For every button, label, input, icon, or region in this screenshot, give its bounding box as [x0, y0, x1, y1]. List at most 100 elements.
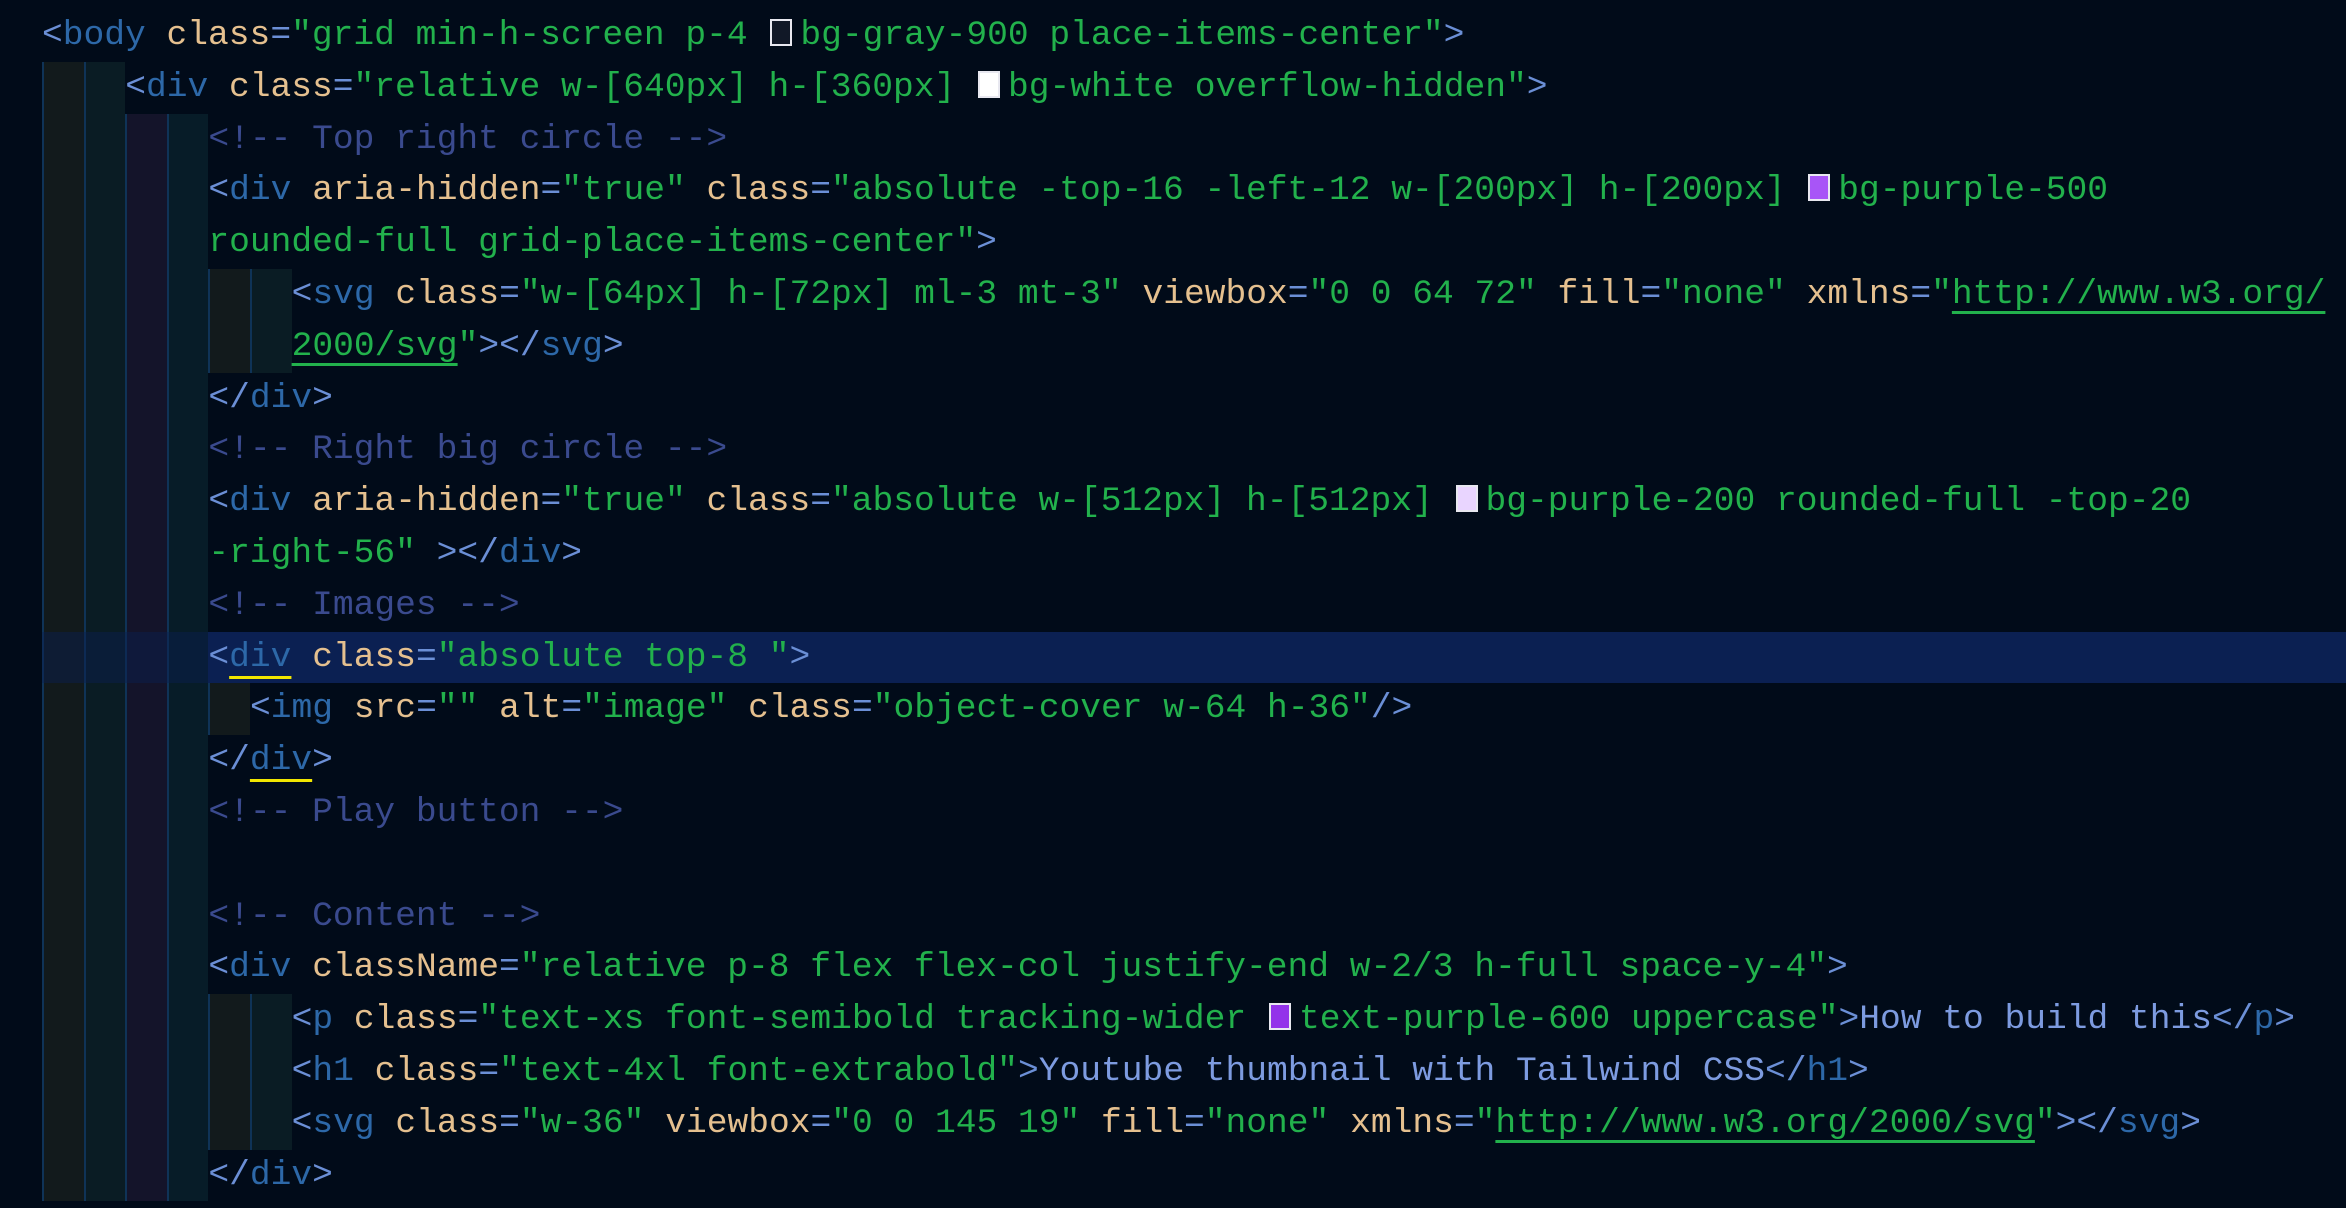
indent-guide	[42, 786, 84, 839]
attribute-name: class	[166, 16, 271, 55]
code-line[interactable]: <div aria-hidden="true" class="absolute …	[0, 476, 2346, 528]
matched-tag-name: div	[249, 741, 313, 781]
code-content: <div class="absolute top-8 ">	[208, 638, 810, 677]
code-line-current[interactable]: <div class="absolute top-8 ">	[0, 631, 2346, 684]
punctuation: =	[810, 482, 832, 522]
string-value: "	[457, 326, 479, 366]
code-line[interactable]: <svg class="w-36" viewbox="0 0 145 19" f…	[0, 1097, 2346, 1150]
indent-guide	[42, 890, 84, 943]
url-link[interactable]: 2000/svg	[292, 327, 458, 366]
code-line[interactable]: <div className="relative p-8 flex flex-c…	[0, 942, 2346, 995]
code-line[interactable]: 2000/svg"></svg>	[0, 320, 2346, 373]
indent-guide	[42, 165, 84, 218]
indent-guide	[83, 1149, 126, 1202]
attribute-name: src	[353, 689, 417, 729]
punctuation: >	[312, 741, 333, 781]
color-swatch-icon	[1268, 1003, 1291, 1031]
code-content: </div>	[208, 379, 333, 418]
indent-guide	[166, 424, 209, 477]
indent-guide	[42, 838, 84, 891]
string-value: "image"	[582, 689, 728, 729]
string-value: "	[1931, 274, 1952, 314]
string-value: rounded-full grid-place-items-center"	[208, 223, 977, 263]
string-value: "none"	[1204, 1103, 1330, 1143]
indent-guide	[42, 1097, 84, 1150]
indent-guide	[125, 527, 167, 580]
punctuation: =	[415, 637, 437, 677]
punctuation: >	[1526, 67, 1548, 107]
code-line[interactable]: -right-56" ></div>	[0, 527, 2346, 580]
code-content: <!-- Content -->	[208, 897, 540, 936]
attribute-name: aria-hidden	[312, 482, 541, 522]
punctuation: <	[208, 637, 230, 677]
punctuation: =	[499, 274, 520, 314]
indent-guide	[42, 579, 84, 632]
attribute-name: class	[374, 1051, 479, 1091]
indent-guide	[125, 1097, 167, 1150]
indent-guide	[83, 165, 126, 218]
indent-guide	[83, 683, 126, 736]
punctuation: =	[499, 1103, 520, 1143]
code-line[interactable]: <!-- Play button -->	[0, 786, 2346, 839]
code-line[interactable]: <p class="text-xs font-semibold tracking…	[0, 994, 2346, 1046]
indent-guide	[208, 320, 250, 373]
indent-guide	[83, 1097, 126, 1150]
url-link[interactable]: http://www.w3.org/2000/svg	[1495, 1104, 2035, 1143]
indent-guide	[83, 217, 126, 269]
tag-name: div	[229, 482, 292, 522]
punctuation: <	[291, 1051, 313, 1091]
code-line[interactable]: rounded-full grid-place-items-center">	[0, 217, 2346, 269]
code-line[interactable]: <div aria-hidden="true" class="absolute …	[0, 165, 2346, 218]
url-link[interactable]: http://www.w3.org/	[1952, 275, 2326, 314]
tag-name: div	[145, 67, 209, 107]
punctuation: >	[976, 223, 997, 263]
code-content: rounded-full grid-place-items-center">	[208, 223, 997, 262]
string-value: -right-56"	[208, 533, 416, 573]
code-line[interactable]: <img src="" alt="image" class="object-co…	[0, 683, 2346, 736]
code-line[interactable]: </div>	[0, 372, 2346, 425]
indent-guide	[166, 735, 209, 787]
indent-guide	[42, 217, 84, 269]
code-line[interactable]: <!-- Right big circle -->	[0, 424, 2346, 477]
code-line[interactable]	[0, 838, 2346, 891]
string-value: "object-cover w-64 h-36"	[872, 689, 1371, 729]
code-line[interactable]: <body class="grid min-h-screen p-4 bg-gr…	[0, 10, 2346, 62]
code-content: <h1 class="text-4xl font-extrabold">Yout…	[292, 1052, 1869, 1091]
code-content: <div aria-hidden="true" class="absolute …	[208, 171, 2108, 210]
code-line[interactable]: </div>	[0, 1149, 2346, 1202]
punctuation: >	[789, 637, 811, 677]
punctuation: =	[540, 171, 562, 211]
code-line[interactable]: <!-- Content -->	[0, 890, 2346, 943]
indent-guide	[42, 527, 84, 580]
indent-guide	[208, 1045, 250, 1098]
attribute-name: class	[395, 1103, 500, 1143]
punctuation: >	[1443, 16, 1465, 55]
indent-guide	[83, 735, 126, 787]
string-value: "none"	[1661, 274, 1786, 314]
code-line[interactable]: </div>	[0, 735, 2346, 787]
punctuation: =	[457, 1000, 479, 1040]
indent-guide	[83, 476, 126, 528]
code-content: -right-56" ></div>	[208, 534, 582, 573]
indent-guide	[42, 476, 84, 528]
code-content: <div aria-hidden="true" class="absolute …	[208, 482, 2191, 521]
indent-guide	[83, 268, 126, 321]
code-line[interactable]: <h1 class="text-4xl font-extrabold">Yout…	[0, 1045, 2346, 1098]
code-line[interactable]: <!-- Top right circle -->	[0, 113, 2346, 166]
indent-guide	[208, 994, 250, 1046]
color-swatch-icon	[1808, 174, 1831, 202]
code-line[interactable]: <!-- Images -->	[0, 579, 2346, 632]
color-swatch-icon	[978, 70, 1001, 98]
punctuation: <	[125, 67, 146, 107]
string-value: "	[2034, 1103, 2056, 1143]
punctuation: =	[561, 689, 583, 729]
code-line[interactable]: <svg class="w-[64px] h-[72px] ml-3 mt-3"…	[0, 268, 2346, 321]
code-content: 2000/svg"></svg>	[292, 327, 624, 366]
code-editor[interactable]: <body class="grid min-h-screen p-4 bg-gr…	[0, 10, 2346, 1202]
code-line[interactable]: <div class="relative w-[640px] h-[360px]…	[0, 61, 2346, 114]
tag-name: h1	[1806, 1051, 1848, 1091]
